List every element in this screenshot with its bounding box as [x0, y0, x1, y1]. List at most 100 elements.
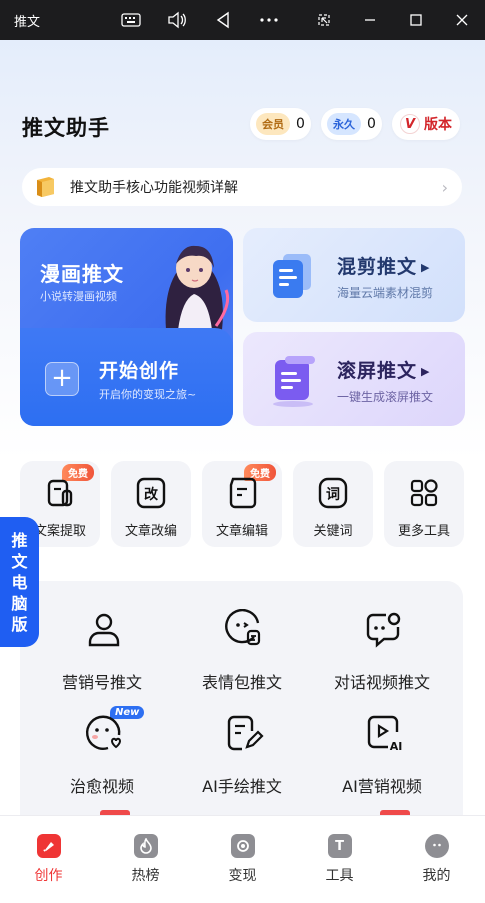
nav-label: 工具	[325, 868, 354, 884]
version-label: 版本	[424, 117, 452, 133]
feature-label: 表情包推文	[201, 673, 282, 692]
plus-icon: +	[45, 362, 79, 396]
feature-emoji[interactable]: 表情包推文	[172, 609, 312, 709]
feature-label: 对话视频推文	[333, 673, 430, 692]
minimize-icon[interactable]	[359, 9, 381, 31]
mix-card-subtitle: 海量云端素材混剪	[337, 286, 434, 300]
more-dots-icon[interactable]	[258, 9, 280, 31]
rewrite-icon: 改	[136, 477, 166, 509]
start-creating-button[interactable]: + 开始创作 开启你的变现之旅~	[20, 328, 233, 426]
forever-tag: 永久	[327, 113, 361, 135]
window-titlebar: 推文	[0, 0, 485, 40]
nav-create[interactable]: 创作	[0, 834, 97, 885]
play-triangle-icon: ▶	[421, 365, 431, 378]
tool-label: 更多工具	[397, 524, 450, 539]
window-title: 推文	[14, 15, 41, 30]
tool-label: 文章编辑	[215, 524, 268, 539]
back-triangle-icon[interactable]	[212, 9, 234, 31]
maximize-icon[interactable]	[405, 9, 427, 31]
tool-label: 关键词	[313, 524, 353, 539]
forever-count: 0	[367, 116, 376, 132]
feature-label: 治愈视频	[69, 777, 134, 796]
chevron-right-icon: ›	[441, 177, 448, 197]
nav-mine[interactable]: 我的	[388, 834, 485, 885]
tool-edit-doc[interactable]: 免费 文章编辑	[202, 461, 282, 547]
nav-hot[interactable]: 热榜	[97, 834, 194, 885]
popout-icon[interactable]	[313, 9, 335, 31]
side-tab-char: 版	[11, 614, 28, 634]
scroll-tweet-card[interactable]: 滚屏推文 ▶ 一键生成滚屏推文	[243, 332, 465, 426]
feature-label: AI手绘推文	[202, 777, 282, 796]
coin-icon	[230, 834, 255, 858]
tool-rewrite[interactable]: 改 文章改编	[111, 461, 191, 547]
start-title: 开始创作	[99, 360, 180, 382]
emoji-icon	[225, 609, 261, 646]
mix-card-title: 混剪推文 ▶	[337, 256, 431, 278]
book-icon	[37, 177, 54, 197]
app-body: 推文助手 会员 0 永久 0 V 版本 推文助手核心功能视频详解 › 漫画推文 …	[0, 40, 485, 815]
side-tab-char: 文	[11, 551, 28, 571]
comic-card-title: 漫画推文	[40, 262, 124, 286]
feature-label: AI营销视频	[342, 777, 422, 796]
version-pill[interactable]: V 版本	[392, 108, 460, 140]
nav-tools[interactable]: T 工具	[291, 834, 388, 885]
comic-card-subtitle: 小说转漫画视频	[40, 290, 117, 303]
flame-icon	[133, 834, 158, 858]
heal-face-icon	[85, 715, 122, 750]
ai-video-icon: AI	[367, 715, 403, 753]
edit-doc-icon	[229, 477, 257, 509]
feature-marketing[interactable]: 营销号推文	[32, 609, 172, 709]
play-triangle-icon: ▶	[421, 261, 431, 274]
bottom-nav: 创作 热榜 变现 T 工具 我的	[0, 815, 485, 903]
nav-label: 创作	[34, 868, 63, 884]
start-subtitle: 开启你的变现之旅~	[99, 388, 197, 401]
tools-icon: T	[327, 834, 352, 858]
pen-doc-icon	[227, 715, 264, 751]
copy-extract-icon	[47, 479, 73, 507]
grid-icon	[410, 479, 438, 507]
person-icon	[88, 613, 120, 647]
chat-icon	[366, 612, 401, 648]
keyword-icon: 词	[318, 477, 348, 509]
feature-heal[interactable]: New 治愈视频	[32, 706, 172, 813]
close-icon[interactable]	[451, 9, 473, 31]
tool-keyword[interactable]: 词 关键词	[293, 461, 373, 547]
scroll-icon	[273, 356, 315, 407]
side-tab-char: 电	[11, 572, 28, 592]
mix-tweet-card[interactable]: 混剪推文 ▶ 海量云端素材混剪	[243, 228, 465, 322]
side-tab-char: 脑	[11, 593, 28, 613]
nav-label: 我的	[422, 868, 451, 884]
guide-text: 推文助手核心功能视频详解	[70, 180, 238, 196]
feature-label: 营销号推文	[61, 673, 142, 692]
vip-pill[interactable]: 会员 0	[250, 108, 311, 140]
tool-more[interactable]: 更多工具	[384, 461, 464, 547]
anime-girl-illustration	[165, 245, 230, 330]
svg-text:词: 词	[326, 487, 340, 503]
pc-version-tab[interactable]: 推 文 电 脑 版	[0, 517, 39, 647]
create-icon	[36, 834, 61, 858]
vip-tag: 会员	[256, 113, 290, 135]
comic-tweet-card[interactable]: 漫画推文 小说转漫画视频 + 开始创作 开启你的变现之旅~	[20, 228, 233, 426]
nav-label: 变现	[228, 868, 257, 884]
nav-label: 热榜	[131, 868, 160, 884]
volume-icon[interactable]	[166, 9, 188, 31]
documents-icon	[273, 254, 311, 298]
tool-label: 文章改编	[124, 524, 177, 539]
v-badge-icon: V	[400, 114, 420, 134]
vip-count: 0	[296, 116, 305, 132]
scroll-card-title: 滚屏推文 ▶	[337, 360, 431, 382]
svg-text:改: 改	[144, 486, 159, 503]
feature-ai-marketing-video[interactable]: AI AI营销视频	[312, 713, 452, 813]
page-title: 推文助手	[22, 116, 110, 140]
feature-dialog[interactable]: 对话视频推文	[312, 609, 452, 709]
profile-chat-icon	[424, 834, 449, 858]
svg-text:AI: AI	[390, 740, 403, 753]
video-guide-banner[interactable]: 推文助手核心功能视频详解 ›	[22, 168, 462, 206]
scroll-card-subtitle: 一键生成滚屏推文	[337, 390, 434, 404]
feature-panel: 营销号推文 表情包推文 对话视频推文 New 治愈视频 AI手绘推文 AI AI…	[20, 581, 463, 815]
feature-ai-draw[interactable]: AI手绘推文	[172, 713, 312, 813]
keyboard-icon[interactable]	[120, 9, 142, 31]
nav-monetize[interactable]: 变现	[194, 834, 291, 885]
forever-pill[interactable]: 永久 0	[321, 108, 382, 140]
side-tab-char: 推	[11, 530, 28, 550]
